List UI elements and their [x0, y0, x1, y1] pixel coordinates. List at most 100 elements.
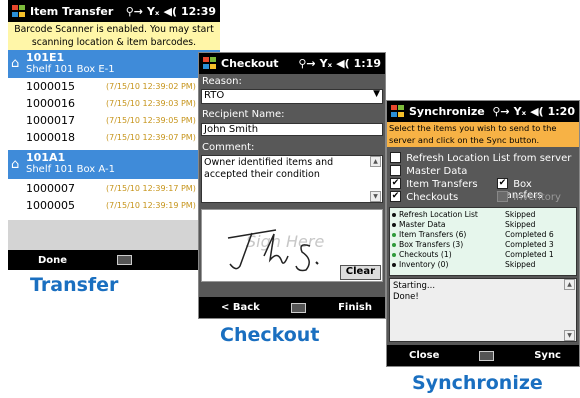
transfer-screen: Item Transfer ⚲→ Yₓ ◀( 12:39 Barcode Sca…: [8, 0, 220, 270]
inventory-checkbox[interactable]: [497, 191, 508, 202]
item-time: (7/15/10 12:39:19 PM): [106, 201, 196, 210]
inventory-option[interactable]: Inventory: [497, 191, 579, 204]
chevron-down-icon[interactable]: ▼: [373, 89, 380, 99]
dot-icon: [392, 223, 396, 227]
status-state: Completed 3: [505, 240, 554, 249]
home-icon: ⌂: [11, 56, 20, 71]
close-button[interactable]: Close: [409, 350, 439, 361]
refresh-checkbox[interactable]: [390, 152, 401, 163]
scroll-up-icon[interactable]: ▲: [370, 156, 381, 167]
dot-icon: [392, 253, 396, 257]
softkey-bar: Close Sync: [387, 345, 579, 366]
dot-icon: [392, 213, 396, 217]
clock[interactable]: 1:20: [548, 105, 575, 118]
volume-icon[interactable]: ◀(: [530, 105, 544, 118]
item-time: (7/15/10 12:39:05 PM): [106, 116, 196, 125]
dot-icon: [392, 243, 396, 247]
status-name: Inventory (0): [399, 260, 449, 269]
connectivity-icon[interactable]: ⚲→: [492, 105, 509, 118]
scroll-down-icon[interactable]: ▼: [564, 330, 575, 341]
keyboard-icon[interactable]: [291, 302, 307, 313]
checkouts-label: Checkouts: [406, 191, 459, 203]
home-icon: ⌂: [11, 157, 20, 172]
finish-button[interactable]: Finish: [338, 302, 372, 313]
location-name: Shelf 101 Box E-1: [26, 64, 115, 75]
location-name: Shelf 101 Box A-1: [26, 164, 115, 175]
scanner-banner: Barcode Scanner is enabled. You may star…: [8, 22, 220, 50]
status-name: Checkouts (1): [399, 250, 452, 259]
done-button[interactable]: Done: [38, 255, 67, 266]
synchronize-caption: Synchronize: [412, 372, 543, 394]
comment-label: Comment:: [202, 142, 255, 153]
item-transfers-option[interactable]: ✔ Item Transfers: [390, 178, 486, 191]
start-flag-icon[interactable]: [12, 4, 26, 18]
app-title: Item Transfer: [30, 4, 114, 18]
volume-icon[interactable]: ◀(: [336, 57, 350, 70]
list-item[interactable]: 1000007 (7/15/10 12:39:17 PM): [8, 180, 220, 197]
signal-icon[interactable]: Yₓ: [514, 105, 527, 118]
master-data-option[interactable]: Master Data: [390, 165, 579, 178]
status-name: Box Transfers (3): [399, 240, 464, 249]
keyboard-icon[interactable]: [117, 255, 132, 265]
recipient-label: Recipient Name:: [202, 109, 285, 120]
list-item[interactable]: 1000016 (7/15/10 12:39:03 PM): [8, 95, 220, 112]
signal-icon[interactable]: Yₓ: [147, 5, 160, 18]
list-item[interactable]: 1000015 (7/15/10 12:39:02 PM): [8, 78, 220, 95]
checkout-caption: Checkout: [220, 324, 320, 346]
reason-select[interactable]: RTO ▼: [201, 89, 383, 104]
volume-icon[interactable]: ◀(: [163, 5, 177, 18]
location-header[interactable]: ⌂ 101E1 Shelf 101 Box E-1: [8, 50, 220, 78]
reason-value: RTO: [204, 90, 225, 101]
log-box[interactable]: Starting... Done! ▲ ▼: [389, 278, 577, 342]
connectivity-icon[interactable]: ⚲→: [126, 5, 143, 18]
clock[interactable]: 1:19: [354, 57, 381, 70]
list-item[interactable]: 1000005 (7/15/10 12:39:19 PM): [8, 197, 220, 214]
status-row: Checkouts (1) Completed 1: [392, 250, 574, 260]
signal-icon[interactable]: Yₓ: [320, 57, 333, 70]
box-transfers-checkbox[interactable]: ✔: [497, 178, 508, 189]
checkout-screen: Checkout ⚲→ Yₓ ◀( 1:19 Reason: RTO ▼ Rec…: [198, 52, 386, 319]
status-name: Item Transfers (6): [399, 230, 467, 239]
scroll-down-icon[interactable]: ▼: [370, 191, 381, 202]
refresh-option[interactable]: Refresh Location List from server: [390, 152, 579, 165]
app-title: Checkout: [221, 57, 279, 70]
clock[interactable]: 12:39: [181, 5, 216, 18]
softkey-bar: < Back Finish: [199, 297, 385, 318]
box-transfers-option[interactable]: ✔ Box Transfers: [497, 178, 579, 201]
comment-field[interactable]: Owner identified items and accepted thei…: [201, 155, 383, 203]
location-code: 101A1: [26, 151, 66, 164]
status-row: Inventory (0) Skipped: [392, 260, 574, 270]
item-id: 1000015: [26, 80, 75, 93]
start-flag-icon[interactable]: [391, 105, 405, 118]
master-data-checkbox[interactable]: [390, 165, 401, 176]
items-list[interactable]: ⌂ 101E1 Shelf 101 Box E-1 1000015 (7/15/…: [8, 50, 220, 250]
start-flag-icon[interactable]: [203, 57, 217, 70]
connectivity-icon[interactable]: ⚲→: [298, 57, 315, 70]
back-button[interactable]: < Back: [221, 302, 260, 313]
status-state: Completed 1: [505, 250, 554, 259]
keyboard-icon[interactable]: [479, 350, 495, 361]
instructions-banner: Select the items you wish to send to the…: [387, 122, 579, 147]
status-name: Refresh Location List: [399, 210, 478, 219]
status-list[interactable]: Refresh Location List Skipped Master Dat…: [389, 207, 577, 276]
signature-pad[interactable]: Sign Here Clear: [201, 209, 383, 282]
item-time: (7/15/10 12:39:03 PM): [106, 99, 196, 108]
recipient-field[interactable]: John Smith: [201, 123, 383, 136]
location-header[interactable]: ⌂ 101A1 Shelf 101 Box A-1: [8, 150, 220, 179]
sync-button[interactable]: Sync: [534, 350, 561, 361]
list-item[interactable]: 1000018 (7/15/10 12:39:07 PM): [8, 129, 220, 146]
item-time: (7/15/10 12:39:02 PM): [106, 82, 196, 91]
list-item[interactable]: 1000017 (7/15/10 12:39:05 PM): [8, 112, 220, 129]
checkouts-option[interactable]: ✔ Checkouts: [390, 191, 486, 204]
item-id: 1000017: [26, 114, 75, 127]
master-data-label: Master Data: [406, 165, 468, 177]
scroll-up-icon[interactable]: ▲: [564, 279, 575, 290]
clear-button[interactable]: Clear: [339, 265, 381, 280]
checkouts-checkbox[interactable]: ✔: [390, 191, 401, 202]
status-row: Box Transfers (3) Completed 3: [392, 240, 574, 250]
reason-label: Reason:: [202, 76, 242, 87]
item-transfers-checkbox[interactable]: ✔: [390, 178, 401, 189]
status-name: Master Data: [399, 220, 446, 229]
refresh-label: Refresh Location List from server: [406, 152, 572, 164]
comment-text: Owner identified items and accepted thei…: [204, 157, 334, 180]
